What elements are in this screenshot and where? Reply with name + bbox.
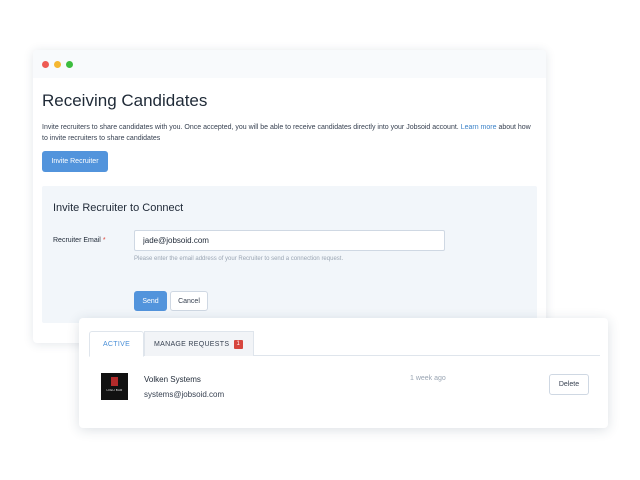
company-email: systems@jobsoid.com: [144, 390, 225, 399]
close-dot-icon[interactable]: [42, 61, 49, 68]
receiving-candidates-window: Receiving Candidates Invite recruiters t…: [33, 50, 546, 343]
invite-recruiter-panel: Invite Recruiter to Connect Recruiter Em…: [42, 186, 537, 323]
invite-recruiter-button[interactable]: Invite Recruiter: [42, 151, 108, 172]
recruiter-email-label-text: Recruiter Email: [53, 237, 101, 244]
required-mark: *: [102, 237, 106, 244]
tab-manage-requests-label: MANAGE REQUESTS: [154, 341, 230, 348]
send-button[interactable]: Send: [134, 291, 167, 311]
learn-more-link[interactable]: Learn more: [461, 124, 497, 131]
recruiter-email-input[interactable]: [134, 230, 445, 251]
connected-time: 1 week ago: [410, 375, 446, 382]
window-titlebar: [33, 50, 546, 78]
logo-mark-icon: [111, 377, 118, 386]
invite-panel-title: Invite Recruiter to Connect: [53, 202, 184, 214]
minimize-dot-icon[interactable]: [54, 61, 61, 68]
logo-text: HIGH BAR: [106, 388, 123, 392]
cancel-button[interactable]: Cancel: [170, 291, 208, 311]
email-help-text: Please enter the email address of your R…: [134, 256, 344, 262]
company-name: Volken Systems: [144, 375, 201, 384]
description-text: Invite recruiters to share candidates wi…: [42, 124, 459, 131]
page-description: Invite recruiters to share candidates wi…: [42, 122, 532, 144]
recruiters-card: ACTIVE MANAGE REQUESTS 1 HIGH BAR Volken…: [79, 318, 608, 428]
delete-button[interactable]: Delete: [549, 374, 589, 395]
requests-count-badge: 1: [233, 340, 244, 349]
tab-manage-requests[interactable]: MANAGE REQUESTS 1: [144, 331, 254, 356]
tab-active[interactable]: ACTIVE: [89, 331, 144, 357]
company-logo: HIGH BAR: [101, 373, 128, 400]
page-title: Receiving Candidates: [42, 91, 208, 110]
recruiter-tabs: ACTIVE MANAGE REQUESTS 1: [89, 331, 600, 357]
recruiter-email-label: Recruiter Email *: [53, 237, 106, 244]
maximize-dot-icon[interactable]: [66, 61, 73, 68]
